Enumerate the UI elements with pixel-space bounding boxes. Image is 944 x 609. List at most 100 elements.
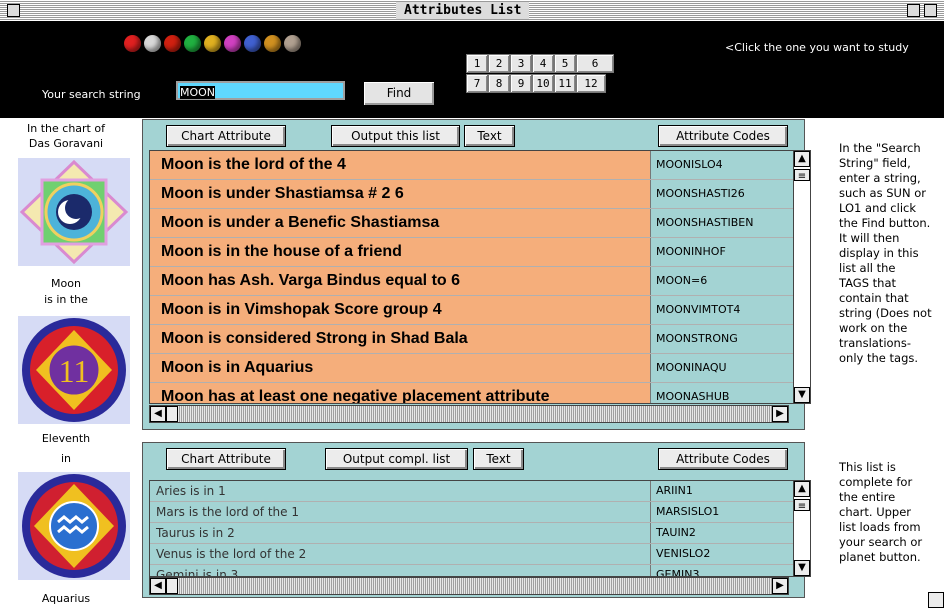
scroll-down-arrow-icon[interactable]: ▼ [794,387,810,403]
attribute-text: Taurus is in 2 [150,523,650,543]
help-line: such as SUN or [839,186,926,200]
list-row[interactable]: Moon is in Vimshopak Score group 4 MOONVI… [150,296,810,325]
scroll-thumb[interactable]: ≡ [794,499,810,512]
lower-attribute-list[interactable]: Aries is in 1 ARIIN1 Mars is the lord of t… [149,480,811,577]
sign-yantra-image [18,472,130,580]
upper-vertical-scrollbar[interactable]: ▲ ≡ ▼ [793,151,810,403]
venus-planet-icon[interactable] [224,35,241,52]
help-line: complete for [839,475,913,489]
help-line: String" field, [839,156,911,170]
scroll-up-arrow-icon[interactable]: ▲ [794,481,810,497]
search-input[interactable]: MOON [176,81,345,100]
title-bar[interactable]: Attributes List [0,0,944,22]
help-line: translations- [839,336,911,350]
chart-attribute-button[interactable]: Chart Attribute [166,448,286,470]
jupiter-planet-icon[interactable] [204,35,221,52]
attribute-text: Moon is the lord of the 4 [161,156,346,173]
list-row[interactable]: Moon is considered Strong in Shad Bala MO… [150,325,810,354]
attribute-text: Gemini is in 3 [150,565,650,576]
scroll-up-arrow-icon[interactable]: ▲ [794,151,810,167]
lower-vertical-scrollbar[interactable]: ▲ ≡ ▼ [793,481,810,576]
attribute-code: GEMIN3 [650,565,810,576]
house-number-glyph: 11 [59,353,90,389]
house-button-5[interactable]: 5 [554,54,576,73]
zoom-box-icon[interactable] [907,4,920,17]
help-line: enter a string, [839,171,921,185]
list-row[interactable]: Moon has Ash. Varga Bindus equal to 6 MOO… [150,267,810,296]
house-button-12[interactable]: 12 [576,74,606,93]
rahu-planet-icon[interactable] [264,35,281,52]
scroll-down-arrow-icon[interactable]: ▼ [794,560,810,576]
attribute-code: TAUIN2 [650,523,810,543]
house-button-1[interactable]: 1 [466,54,488,73]
scroll-left-arrow-icon[interactable]: ◀ [150,406,166,422]
output-complete-list-button[interactable]: Output compl. list [325,448,468,470]
scroll-h-thumb[interactable] [166,578,178,594]
resize-box-icon[interactable] [928,592,944,608]
find-button[interactable]: Find [363,81,435,106]
attribute-text: Venus is the lord of the 2 [150,544,650,564]
attribute-code: MOONSTRONG [650,325,810,353]
list-row[interactable]: Taurus is in 2 TAUIN2 [150,523,810,544]
attribute-text: Moon is in Vimshopak Score group 4 [161,301,442,318]
help-line: planet button. [839,550,921,564]
chart-caption-2: Das Goravani [28,137,104,150]
output-list-button[interactable]: Output this list [331,125,460,147]
sun-planet-icon[interactable] [124,35,141,52]
scroll-thumb[interactable]: ≡ [794,169,810,182]
search-label: Your search string [42,88,141,101]
attribute-code: MOONINAQU [650,354,810,382]
list-row[interactable]: Moon is under Shastiamsa # 2 6 MOONSHASTI… [150,180,810,209]
house-button-11[interactable]: 11 [554,74,576,93]
list-row[interactable]: Aries is in 1 ARIIN1 [150,481,810,502]
list-row[interactable]: Moon is in Aquarius MOONINAQU [150,354,810,383]
attribute-text: Moon has Ash. Varga Bindus equal to 6 [161,272,461,289]
scroll-h-thumb[interactable] [166,406,178,422]
list-row[interactable]: Mars is the lord of the 1 MARSISLO1 [150,502,810,523]
mars-planet-icon[interactable] [164,35,181,52]
house-button-9[interactable]: 9 [510,74,532,93]
house-button-8[interactable]: 8 [488,74,510,93]
house-button-7[interactable]: 7 [466,74,488,93]
help-line: your search or [839,535,923,549]
list-row[interactable]: Moon is under a Benefic Shastiamsa MOONSH… [150,209,810,238]
mercury-planet-icon[interactable] [184,35,201,52]
house-button-2[interactable]: 2 [488,54,510,73]
help-line: TAGS that [839,276,897,290]
house-button-10[interactable]: 10 [532,74,554,93]
in-label: in [60,452,72,465]
close-box-icon[interactable] [7,4,20,17]
attribute-codes-button[interactable]: Attribute Codes [658,448,788,470]
list-row[interactable]: Gemini is in 3 GEMIN3 [150,565,810,576]
house-name: Eleventh [41,432,91,445]
moon-planet-icon[interactable] [144,35,161,52]
hint-text: <Click the one you want to study [725,41,909,54]
ketu-planet-icon[interactable] [284,35,301,52]
saturn-planet-icon[interactable] [244,35,261,52]
scroll-right-arrow-icon[interactable]: ▶ [772,406,788,422]
house-button-4[interactable]: 4 [532,54,554,73]
help-line: only the tags. [839,351,919,365]
window-title: Attributes List [396,2,530,19]
house-button-6[interactable]: 6 [576,54,614,73]
list-row[interactable]: Moon has at least one negative placement… [150,383,810,403]
help-line: the Find button. [839,216,931,230]
lower-attributes-panel: Chart Attribute Output compl. list Text … [142,442,811,598]
help-line: chart. Upper [839,505,912,519]
text-button[interactable]: Text [464,125,515,147]
upper-attributes-panel: Chart Attribute Output this list Text At… [142,119,811,430]
lower-horizontal-scrollbar[interactable]: ◀ ▶ [149,577,789,595]
text-button[interactable]: Text [473,448,524,470]
list-row[interactable]: Venus is the lord of the 2 VENISLO2 [150,544,810,565]
list-row[interactable]: Moon is the lord of the 4 MOONISLO4 [150,151,810,180]
collapse-box-icon[interactable] [924,4,937,17]
list-row[interactable]: Moon is in the house of a friend MOONINHO… [150,238,810,267]
upper-attribute-list[interactable]: Moon is the lord of the 4 MOONISLO4 Moon i… [149,150,811,404]
scroll-left-arrow-icon[interactable]: ◀ [150,578,166,594]
house-button-3[interactable]: 3 [510,54,532,73]
chart-attribute-button[interactable]: Chart Attribute [166,125,286,147]
help-line: string (Does not [839,306,932,320]
scroll-right-arrow-icon[interactable]: ▶ [772,578,788,594]
upper-horizontal-scrollbar[interactable]: ◀ ▶ [149,405,789,423]
attribute-codes-button[interactable]: Attribute Codes [658,125,788,147]
